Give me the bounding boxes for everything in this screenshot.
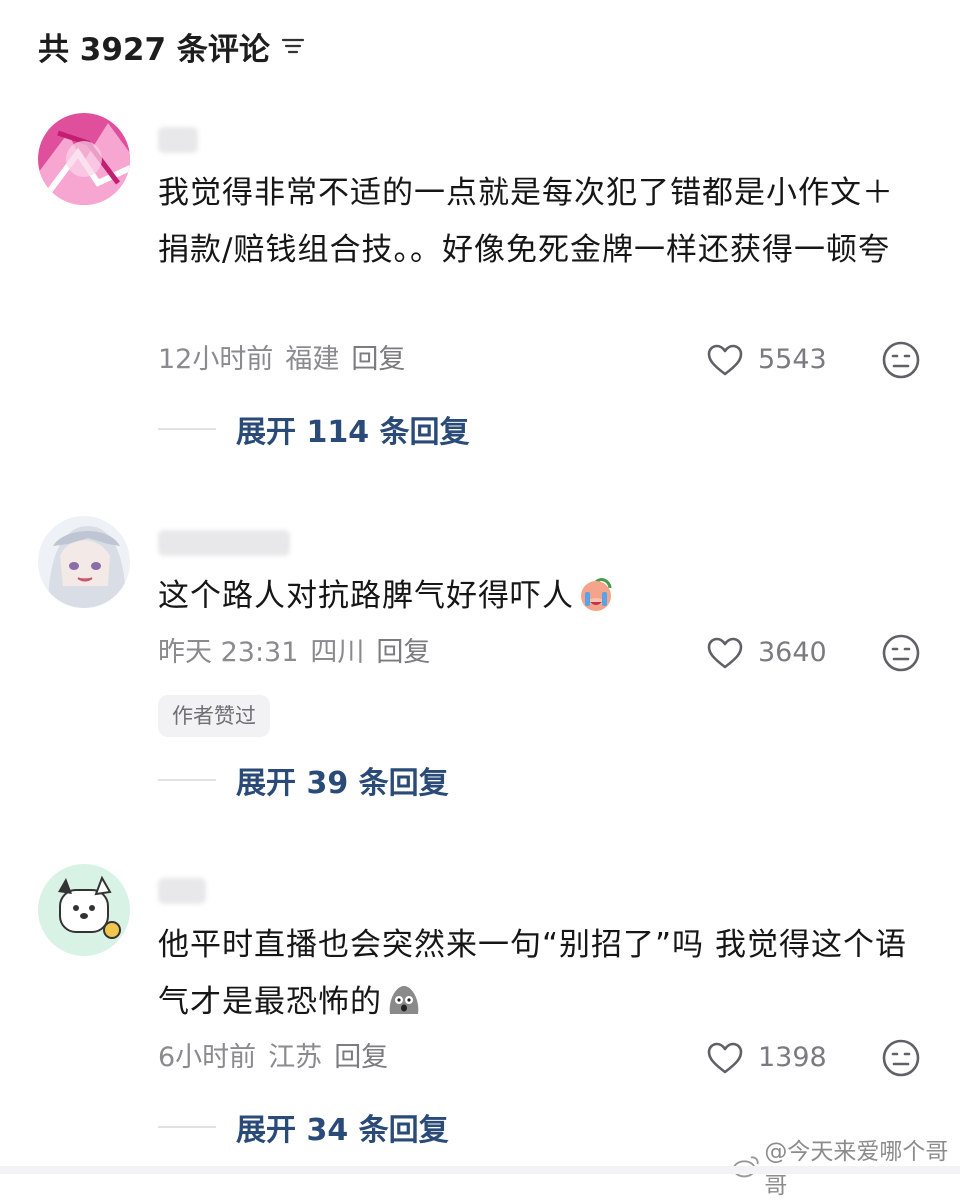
crying-peach-emoji-icon bbox=[576, 574, 616, 633]
neutral-face-icon bbox=[882, 341, 920, 379]
username[interactable]: *** bbox=[158, 127, 198, 153]
like-count: 1398 bbox=[758, 1042, 827, 1073]
comment-time: 6小时前 bbox=[158, 1042, 257, 1073]
like-count: 5543 bbox=[758, 344, 827, 375]
like-button[interactable]: 5543 bbox=[706, 340, 827, 380]
expand-replies-button[interactable]: 展开 39 条回复 bbox=[158, 760, 449, 801]
expand-replies-label: 展开 39 条回复 bbox=[236, 766, 449, 801]
dislike-button[interactable] bbox=[881, 633, 921, 673]
expand-replies-button[interactable]: 展开 34 条回复 bbox=[158, 1107, 449, 1148]
user-avatar[interactable] bbox=[38, 516, 130, 608]
neutral-face-icon bbox=[882, 634, 920, 672]
comment-meta: 昨天 23:31 四川 回复 bbox=[158, 633, 442, 673]
user-avatar[interactable] bbox=[38, 113, 130, 205]
shocked-blob-emoji-icon bbox=[384, 980, 424, 1039]
heart-icon bbox=[707, 344, 743, 376]
bottom-bar bbox=[0, 1166, 960, 1174]
comment-time: 12小时前 bbox=[158, 344, 274, 375]
comment-location: 四川 bbox=[310, 637, 365, 668]
dislike-button[interactable] bbox=[881, 1038, 921, 1078]
like-count: 3640 bbox=[758, 637, 827, 668]
divider-line bbox=[158, 1126, 216, 1128]
like-button[interactable]: 1398 bbox=[706, 1038, 827, 1078]
cartoon-dog-avatar-icon bbox=[38, 864, 130, 956]
filter-lines-icon[interactable] bbox=[280, 35, 306, 57]
comment-text-body: 这个路人对抗路脾气好得吓人 bbox=[158, 578, 574, 614]
comment-time: 昨天 23:31 bbox=[158, 637, 299, 668]
divider-line bbox=[158, 428, 216, 430]
comment-meta: 12小时前 福建 回复 bbox=[158, 340, 417, 380]
comment-count-title: 共 3927 条评论 bbox=[38, 31, 270, 68]
user-avatar[interactable] bbox=[38, 864, 130, 956]
expand-replies-label: 展开 114 条回复 bbox=[236, 415, 470, 450]
comment-location: 江苏 bbox=[268, 1042, 323, 1073]
heart-icon bbox=[707, 1042, 743, 1074]
username[interactable]: *** bbox=[158, 878, 206, 904]
comment-text: 他平时直播也会突然来一句“别招了”吗 我觉得这个语气才是最恐怖的 bbox=[158, 917, 918, 1039]
heart-icon bbox=[707, 637, 743, 669]
comment-location: 福建 bbox=[285, 344, 340, 375]
pink-abstract-avatar-icon bbox=[38, 113, 130, 205]
comment-count-header: 共 3927 条评论 bbox=[38, 22, 306, 70]
like-button[interactable]: 3640 bbox=[706, 633, 827, 673]
reply-button[interactable]: 回复 bbox=[351, 344, 405, 375]
comment-text-body: 他平时直播也会突然来一句“别招了”吗 我觉得这个语气才是最恐怖的 bbox=[158, 927, 907, 1020]
reply-button[interactable]: 回复 bbox=[376, 637, 430, 668]
anime-girl-avatar-icon bbox=[38, 516, 130, 608]
expand-replies-button[interactable]: 展开 114 条回复 bbox=[158, 409, 470, 450]
comment-text: 我觉得非常不适的一点就是每次犯了错都是小作文＋捐款/赔钱组合技。。好像免死金牌一… bbox=[158, 175, 894, 268]
username[interactable]: *** bbox=[158, 530, 290, 556]
reply-button[interactable]: 回复 bbox=[334, 1042, 388, 1073]
divider-line bbox=[158, 779, 216, 781]
dislike-button[interactable] bbox=[881, 340, 921, 380]
comment-meta: 6小时前 江苏 回复 bbox=[158, 1038, 400, 1078]
neutral-face-icon bbox=[882, 1039, 920, 1077]
expand-replies-label: 展开 34 条回复 bbox=[236, 1113, 449, 1148]
comment-text: 这个路人对抗路脾气好得吓人 bbox=[158, 568, 918, 633]
author-liked-badge: 作者赞过 bbox=[158, 695, 270, 737]
